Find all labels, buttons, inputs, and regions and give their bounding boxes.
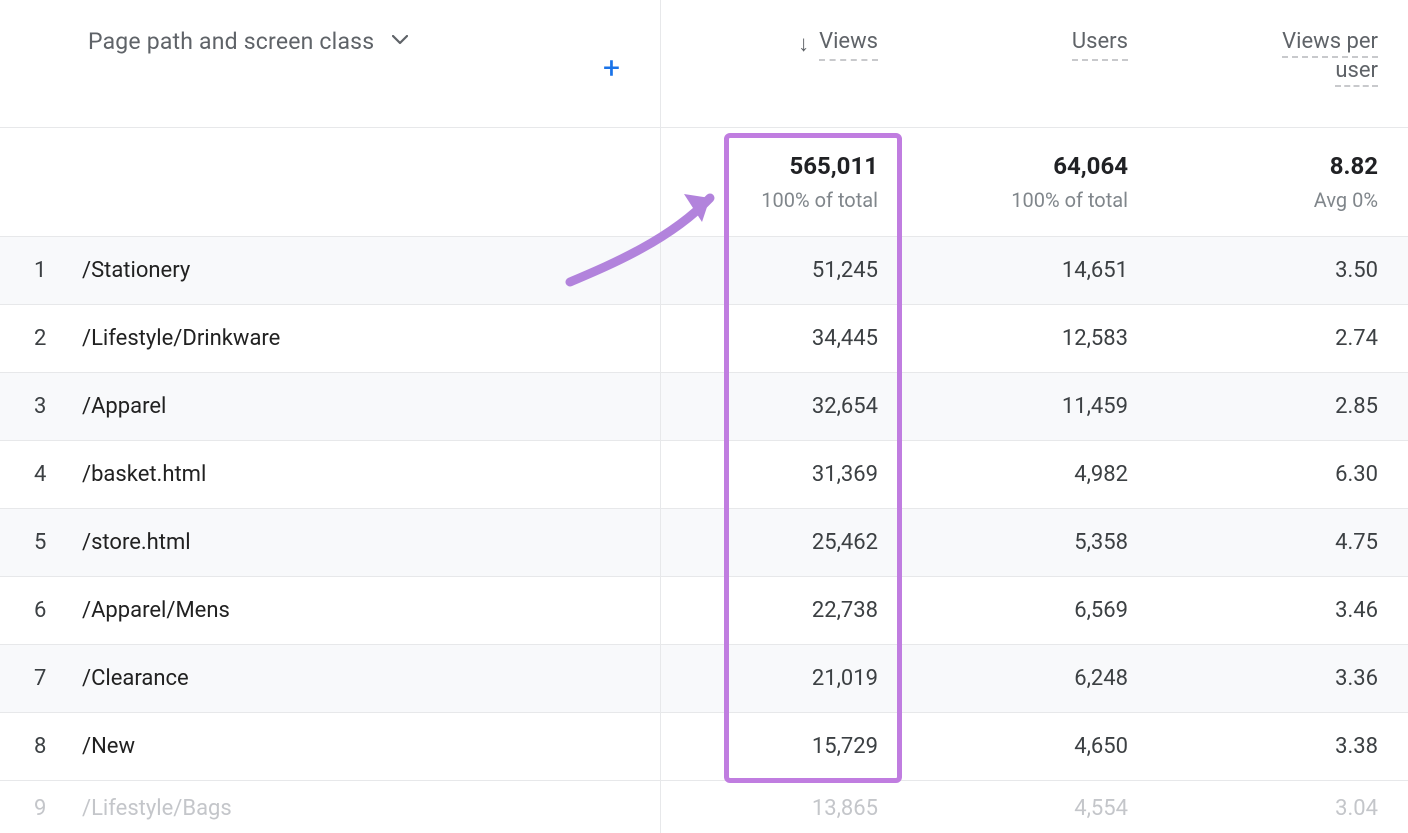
- report-table: Page path and screen class + ↓ Views Use…: [0, 0, 1408, 833]
- table-row[interactable]: 4/basket.html 31,3694,9826.30: [0, 440, 1408, 508]
- cell-views: 31,369: [660, 462, 878, 487]
- table-row[interactable]: 3/Apparel 32,65411,4592.85: [0, 372, 1408, 440]
- cell-users: 6,248: [878, 666, 1128, 691]
- total-users-sub: 100% of total: [1011, 188, 1128, 212]
- cell-views: 51,245: [660, 258, 878, 283]
- row-index: 5: [34, 530, 82, 555]
- page-path: /store.html: [82, 530, 191, 555]
- table-body: 1/Stationery 51,24514,6513.50 2/Lifestyle/…: [0, 236, 1408, 780]
- total-views: 565,011: [789, 152, 878, 180]
- cell-users: 12,583: [878, 326, 1128, 351]
- table-row[interactable]: 7/Clearance 21,0196,2483.36: [0, 644, 1408, 712]
- column-divider: [660, 0, 661, 833]
- cell-views: 22,738: [660, 598, 878, 623]
- cell-vpu: 3.36: [1128, 666, 1378, 691]
- dimension-label: Page path and screen class: [88, 28, 374, 55]
- cell-views: 21,019: [660, 666, 878, 691]
- page-path: /Lifestyle/Drinkware: [82, 326, 280, 351]
- cell-users: 14,651: [878, 258, 1128, 283]
- views-header-label: Views: [819, 28, 878, 61]
- cell-users: 11,459: [878, 394, 1128, 419]
- cell-users: 4,554: [878, 796, 1128, 821]
- cell-views: 32,654: [660, 394, 878, 419]
- page-path: /Stationery: [82, 258, 190, 283]
- cell-users: 6,569: [878, 598, 1128, 623]
- row-index: 9: [34, 796, 82, 821]
- cell-views: 15,729: [660, 734, 878, 759]
- cell-views: 25,462: [660, 530, 878, 555]
- page-path: /basket.html: [82, 462, 206, 487]
- table-row[interactable]: 5/store.html 25,4625,3584.75: [0, 508, 1408, 576]
- cell-users: 4,650: [878, 734, 1128, 759]
- table-header: Page path and screen class + ↓ Views Use…: [0, 0, 1408, 128]
- vpu-header-label-1: Views per: [1282, 29, 1378, 58]
- table-row[interactable]: 8/New 15,7294,6503.38: [0, 712, 1408, 780]
- table-row[interactable]: 1/Stationery 51,24514,6513.50: [0, 236, 1408, 304]
- cell-users: 4,982: [878, 462, 1128, 487]
- row-index: 8: [34, 734, 82, 759]
- row-index: 7: [34, 666, 82, 691]
- cell-users: 5,358: [878, 530, 1128, 555]
- chevron-down-icon: [392, 35, 408, 45]
- cell-vpu: 3.38: [1128, 734, 1378, 759]
- sort-descending-icon: ↓: [798, 31, 809, 57]
- total-vpu-sub: Avg 0%: [1314, 188, 1378, 212]
- users-header-label: Users: [1072, 28, 1128, 61]
- page-path: /Lifestyle/Bags: [82, 796, 232, 821]
- row-index: 6: [34, 598, 82, 623]
- column-header-users[interactable]: Users: [878, 28, 1128, 85]
- cell-vpu: 2.74: [1128, 326, 1378, 351]
- table-row[interactable]: 9 /Lifestyle/Bags 13,865 4,554 3.04: [0, 780, 1408, 833]
- dimension-selector[interactable]: Page path and screen class: [88, 28, 408, 55]
- total-views-sub: 100% of total: [761, 188, 878, 212]
- row-index: 3: [34, 394, 82, 419]
- page-path: /New: [82, 734, 135, 759]
- column-header-views-per-user[interactable]: Views per user: [1128, 28, 1378, 85]
- total-users: 64,064: [1053, 152, 1128, 180]
- cell-vpu: 3.46: [1128, 598, 1378, 623]
- row-index: 1: [34, 258, 82, 283]
- row-index: 4: [34, 462, 82, 487]
- column-header-views[interactable]: ↓ Views: [660, 28, 878, 85]
- page-path: /Apparel: [82, 394, 166, 419]
- cell-views: 13,865: [660, 796, 878, 821]
- cell-vpu: 6.30: [1128, 462, 1378, 487]
- cell-vpu: 3.50: [1128, 258, 1378, 283]
- cell-vpu: 3.04: [1128, 796, 1378, 821]
- row-index: 2: [34, 326, 82, 351]
- page-path: /Clearance: [82, 666, 189, 691]
- cell-views: 34,445: [660, 326, 878, 351]
- vpu-header-label-2: user: [1335, 58, 1378, 87]
- table-row[interactable]: 2/Lifestyle/Drinkware 34,44512,5832.74: [0, 304, 1408, 372]
- table-row[interactable]: 6/Apparel/Mens 22,7386,5693.46: [0, 576, 1408, 644]
- total-vpu: 8.82: [1330, 152, 1378, 180]
- page-path: /Apparel/Mens: [82, 598, 230, 623]
- cell-vpu: 2.85: [1128, 394, 1378, 419]
- totals-row: 565,011 100% of total 64,064 100% of tot…: [0, 128, 1408, 236]
- cell-vpu: 4.75: [1128, 530, 1378, 555]
- add-dimension-button[interactable]: +: [603, 54, 620, 84]
